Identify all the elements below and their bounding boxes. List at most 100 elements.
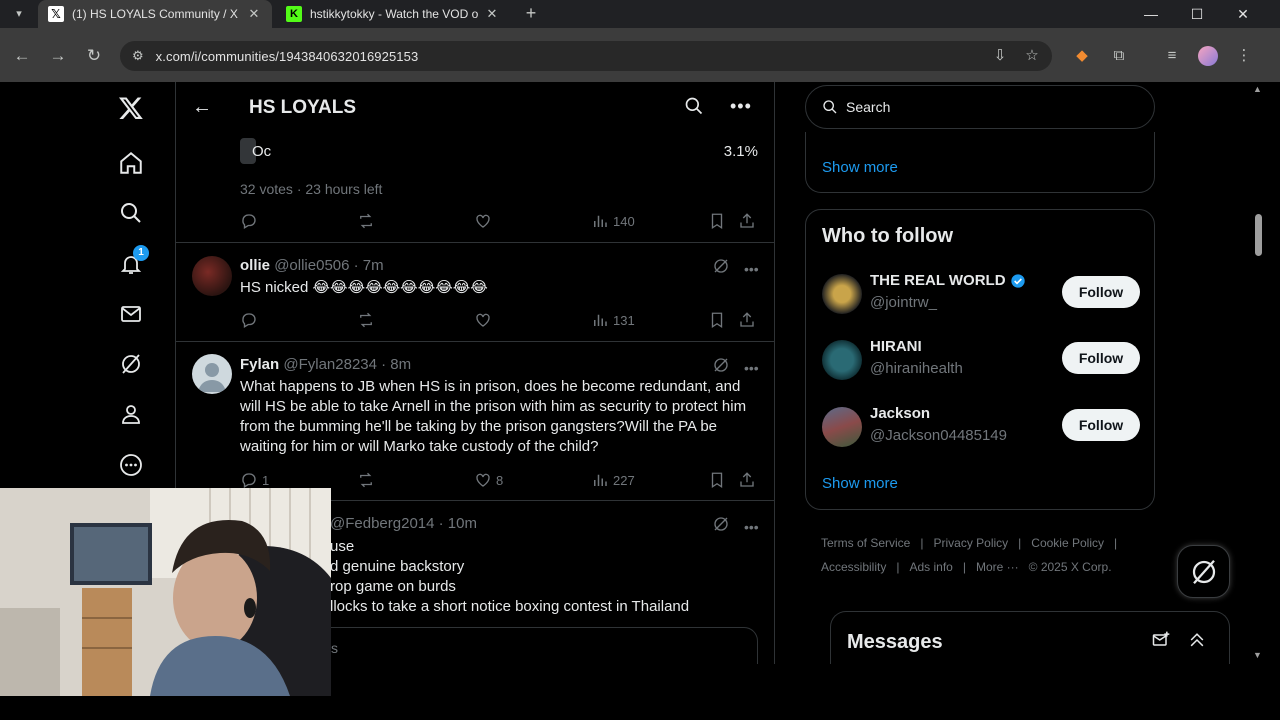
post-ollie[interactable]: ollie @ollie0506 · 7m ••• HS nicked 😂😂😂😂…	[176, 243, 774, 341]
author-name[interactable]: ollie	[240, 257, 270, 274]
more-options-icon[interactable]: •••	[744, 261, 759, 277]
more-options-icon[interactable]: •••	[744, 360, 759, 376]
media-controls-icon[interactable]: ≡	[1160, 44, 1184, 68]
close-window-icon[interactable]: ✕	[1220, 0, 1266, 28]
bookmark-icon[interactable]	[708, 311, 726, 329]
share-icon[interactable]	[738, 311, 756, 329]
post-text: What happens to JB when HS is in prison,…	[240, 378, 747, 455]
profile-icon[interactable]	[117, 400, 145, 428]
footer-cookie[interactable]: Cookie Policy	[1031, 536, 1104, 550]
share-icon[interactable]	[738, 212, 756, 230]
tab-title: (1) HS LOYALS Community / X	[72, 7, 238, 21]
messages-drawer[interactable]: Messages	[830, 611, 1230, 671]
new-message-icon[interactable]	[1151, 630, 1171, 655]
poll-option[interactable]: Oc 3.1%	[240, 138, 760, 164]
bookmark-star-icon[interactable]: ☆	[1020, 44, 1044, 68]
forward-icon[interactable]: →	[46, 44, 70, 68]
tab-hs-loyals[interactable]: 𝕏 (1) HS LOYALS Community / X ✕	[38, 0, 272, 28]
browser-tab-bar: ▾ 𝕏 (1) HS LOYALS Community / X ✕ K hsti…	[0, 0, 1280, 28]
views-icon[interactable]: 227	[591, 471, 635, 489]
follow-button[interactable]: Follow	[1062, 409, 1140, 441]
extensions-icon[interactable]: ⧉	[1107, 44, 1131, 68]
close-tab-icon[interactable]: ✕	[484, 6, 500, 22]
search-icon[interactable]	[684, 96, 704, 121]
reload-icon[interactable]: ↻	[82, 44, 106, 68]
share-icon[interactable]	[738, 471, 756, 489]
reply-icon[interactable]	[240, 311, 258, 329]
avatar[interactable]	[822, 274, 862, 314]
suggestion-name[interactable]: Jackson	[870, 405, 930, 422]
grok-explain-icon[interactable]	[712, 515, 730, 538]
bookmark-icon[interactable]	[708, 471, 726, 489]
suggestion-handle: @Jackson04485149	[870, 427, 1007, 444]
suggestion-row[interactable]: Jackson @Jackson04485149 Follow	[822, 405, 1140, 449]
avatar[interactable]	[822, 340, 862, 380]
expand-chevron-icon[interactable]	[1187, 630, 1207, 655]
reply-icon[interactable]: 1	[240, 471, 269, 489]
footer-accessibility[interactable]: Accessibility	[821, 560, 886, 574]
views-icon[interactable]: 131	[591, 311, 635, 329]
minimize-icon[interactable]: —	[1128, 0, 1174, 28]
show-more-link[interactable]: Show more	[822, 159, 898, 176]
repost-icon[interactable]	[357, 212, 375, 230]
grok-floating-button[interactable]	[1177, 545, 1230, 598]
new-tab-icon[interactable]: +	[520, 3, 542, 25]
suggestion-row[interactable]: THE REAL WORLD @jointrw_ Follow	[822, 272, 1140, 316]
suggestion-name[interactable]: THE REAL WORLD	[870, 272, 1026, 289]
page-scrollbar[interactable]: ▲ ▼	[1250, 82, 1266, 664]
explore-search-icon[interactable]	[117, 199, 145, 227]
more-options-icon[interactable]: •••	[730, 96, 752, 117]
footer-more[interactable]: More ···	[976, 560, 1019, 574]
like-heart-icon[interactable]	[474, 212, 492, 230]
grok-icon[interactable]	[117, 350, 145, 378]
x-logo-icon[interactable]	[117, 94, 145, 122]
back-arrow-icon[interactable]: ←	[192, 96, 212, 119]
avatar[interactable]	[192, 354, 232, 394]
profile-avatar-icon[interactable]	[1198, 46, 1218, 66]
scroll-up-arrow-icon[interactable]: ▲	[1253, 84, 1262, 94]
repost-icon[interactable]	[357, 311, 375, 329]
more-circle-icon[interactable]	[117, 451, 145, 479]
like-heart-icon[interactable]: 8	[474, 471, 503, 489]
author-handle-time[interactable]: @ollie0506 · 7m	[274, 257, 383, 274]
footer-links: Terms of Service | Privacy Policy | Cookie P…	[821, 531, 1151, 579]
show-more-link[interactable]: Show more	[822, 475, 898, 492]
follow-button[interactable]: Follow	[1062, 342, 1140, 374]
install-app-icon[interactable]: ⇩	[988, 44, 1012, 68]
author-name[interactable]: Fylan	[240, 356, 279, 373]
post-fylan[interactable]: Fylan @Fylan28234 · 8m ••• What happens …	[176, 342, 774, 500]
metamask-extension-icon[interactable]: ◆	[1070, 44, 1094, 68]
browser-menu-icon[interactable]: ⋮	[1232, 44, 1256, 68]
footer-privacy[interactable]: Privacy Policy	[933, 536, 1008, 550]
suggestion-row[interactable]: HIRANI @hiranihealth Follow	[822, 338, 1140, 382]
messages-title: Messages	[847, 631, 943, 653]
home-icon[interactable]	[117, 149, 145, 177]
like-heart-icon[interactable]	[474, 311, 492, 329]
scroll-down-arrow-icon[interactable]: ▼	[1253, 650, 1262, 660]
more-options-icon[interactable]: •••	[744, 519, 759, 535]
footer-terms[interactable]: Terms of Service	[821, 536, 910, 550]
maximize-icon[interactable]: ☐	[1174, 0, 1220, 28]
footer-ads-info[interactable]: Ads info	[909, 560, 952, 574]
scroll-thumb[interactable]	[1255, 214, 1262, 256]
grok-explain-icon[interactable]	[712, 257, 730, 280]
grok-explain-icon[interactable]	[712, 356, 730, 379]
bookmark-icon[interactable]	[708, 212, 726, 230]
search-input[interactable]: Search	[805, 85, 1155, 129]
suggestion-name[interactable]: HIRANI	[870, 338, 922, 355]
address-bar[interactable]: ⚙ x.com/i/communities/194384063201692515…	[120, 41, 1052, 71]
avatar[interactable]	[822, 407, 862, 447]
author-handle-time[interactable]: @Fylan28234 · 8m	[283, 356, 411, 373]
reply-icon[interactable]	[240, 212, 258, 230]
messages-envelope-icon[interactable]	[117, 300, 145, 328]
views-icon[interactable]: 140	[591, 212, 635, 230]
site-info-icon[interactable]: ⚙	[132, 48, 144, 64]
repost-icon[interactable]	[357, 471, 375, 489]
close-tab-icon[interactable]: ✕	[246, 6, 262, 22]
tab-search-chevron-icon[interactable]: ▾	[8, 4, 30, 24]
back-icon[interactable]: ←	[10, 44, 34, 68]
author-handle-time[interactable]: @Fedberg2014 · 10m	[330, 515, 477, 532]
follow-button[interactable]: Follow	[1062, 276, 1140, 308]
tab-kick-vod[interactable]: K hstikkytokky - Watch the VOD o ✕	[276, 0, 510, 28]
avatar[interactable]	[192, 256, 232, 296]
